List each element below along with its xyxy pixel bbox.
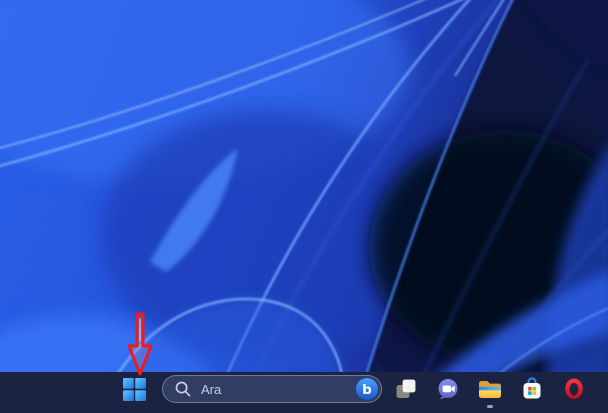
store-button[interactable] — [512, 372, 552, 406]
file-explorer-icon — [479, 381, 501, 398]
search-input[interactable] — [199, 380, 349, 398]
bing-icon[interactable]: b — [356, 378, 378, 400]
search-box[interactable]: b — [162, 375, 382, 403]
microsoft-store-icon — [523, 377, 541, 399]
start-button[interactable] — [114, 372, 154, 406]
svg-text:b: b — [362, 382, 372, 398]
wallpaper-bloom — [0, 0, 608, 413]
chat-icon — [438, 379, 458, 400]
taskbar: b — [0, 372, 608, 413]
chat-button[interactable] — [428, 372, 468, 406]
task-view-button[interactable] — [386, 372, 426, 406]
file-explorer-button[interactable] — [470, 372, 510, 408]
task-view-icon — [396, 379, 416, 398]
desktop-screen: b — [0, 0, 608, 413]
opera-icon — [565, 378, 583, 399]
opera-button[interactable] — [554, 372, 594, 406]
search-icon — [175, 381, 191, 397]
running-indicator — [487, 405, 493, 408]
windows-logo-icon — [122, 377, 146, 401]
